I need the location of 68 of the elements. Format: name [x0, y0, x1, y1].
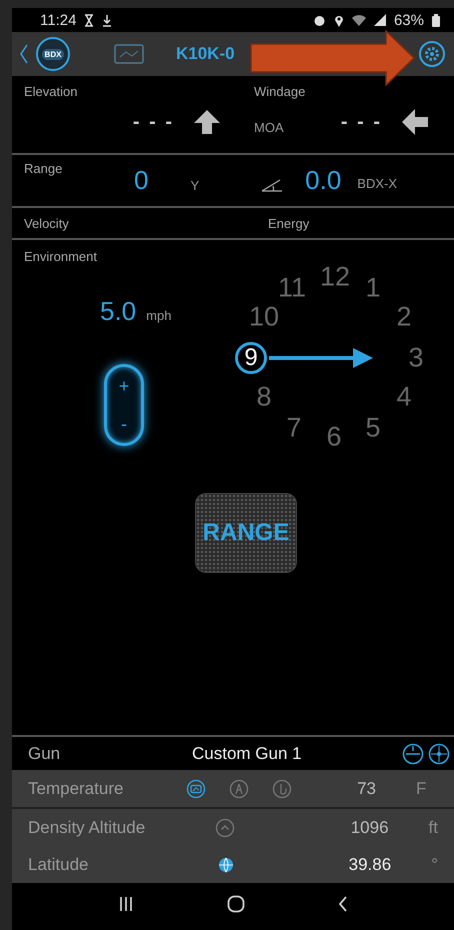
wind-speed-value: 5.0 — [100, 296, 136, 327]
hourglass-icon — [84, 14, 94, 26]
condition-value[interactable]: 73 — [316, 778, 376, 798]
download-icon — [102, 14, 112, 26]
back-nav-icon[interactable] — [338, 896, 348, 912]
gun-label: Gun — [28, 744, 62, 764]
range-value[interactable]: 0 — [134, 165, 148, 196]
clock-hour[interactable]: 10 — [248, 304, 280, 330]
condition-label: Latitude — [28, 854, 90, 874]
clock-hour[interactable]: 3 — [408, 344, 424, 372]
clock-hour[interactable]: 6 — [326, 424, 342, 450]
clock-hour[interactable]: 5 — [365, 414, 381, 442]
wifi-icon — [352, 14, 366, 26]
clock-hour[interactable]: 7 — [286, 414, 302, 442]
arrow-left-icon — [402, 109, 428, 135]
windage-value: - - - — [340, 110, 382, 134]
energy-label: Energy — [268, 216, 310, 230]
gauge-icon[interactable] — [186, 778, 206, 798]
clock-hour[interactable]: 11 — [278, 274, 306, 302]
range-button[interactable]: RANGE — [196, 494, 296, 572]
angle-value[interactable]: 0.0 — [305, 165, 342, 196]
status-time: 11:24 — [40, 12, 76, 28]
home-icon[interactable] — [226, 895, 245, 913]
condition-unit: ft — [428, 818, 438, 838]
condition-unit: F — [416, 778, 426, 798]
back-icon[interactable] — [20, 44, 28, 64]
angle-unit: BDX-X — [357, 176, 398, 191]
gun-profile-icon[interactable] — [402, 742, 424, 764]
recent-apps-icon[interactable] — [118, 896, 134, 912]
windage-unit: MOA — [254, 120, 285, 135]
condition-value[interactable]: 1096 — [334, 818, 389, 838]
condition-label: Density Altitude — [28, 818, 146, 838]
condition-unit: ° — [431, 854, 438, 874]
decrease-button[interactable]: - — [121, 414, 127, 434]
arrow-up-icon — [194, 110, 220, 134]
clock-hour[interactable]: 4 — [396, 384, 412, 410]
clock-hour[interactable]: 12 — [320, 264, 350, 290]
logo-badge[interactable]: BDX — [36, 37, 70, 71]
range-unit: Y — [190, 178, 200, 193]
header-title: K10K-0 — [176, 44, 235, 64]
card-icon[interactable] — [114, 44, 144, 64]
tower-icon[interactable] — [229, 778, 249, 798]
battery-percent: 63% — [394, 12, 424, 28]
location-icon — [334, 14, 344, 26]
settings-icon[interactable] — [418, 40, 446, 68]
logo-text: BDX — [42, 48, 64, 60]
condition-value[interactable]: 39.86 — [336, 854, 392, 874]
clock-hour[interactable]: 8 — [256, 384, 272, 410]
clock-hour[interactable]: 2 — [396, 304, 412, 330]
wind-stepper[interactable]: + - — [104, 364, 144, 446]
clock-hour[interactable]: 1 — [365, 274, 381, 302]
environment-label: Environment — [24, 249, 97, 264]
increase-button[interactable]: + — [118, 376, 130, 396]
chevron-up-icon[interactable] — [215, 818, 236, 838]
wind-direction-arrow-icon — [269, 346, 373, 370]
gun-value[interactable]: Custom Gun 1 — [192, 744, 398, 764]
signal-icon — [374, 14, 386, 26]
battery-icon — [432, 14, 440, 26]
crosshair-icon[interactable] — [428, 742, 450, 764]
angle-icon — [261, 178, 284, 192]
velocity-label: Velocity — [24, 216, 70, 230]
wind-speed-unit: mph — [146, 308, 172, 323]
windage-label: Windage — [254, 84, 306, 99]
range-label: Range — [24, 161, 64, 176]
condition-label: Temperature — [28, 778, 124, 798]
elevation-label: Elevation — [24, 84, 78, 99]
elevation-value: - - - — [132, 110, 174, 134]
clock-hour[interactable]: 9 — [235, 342, 267, 374]
